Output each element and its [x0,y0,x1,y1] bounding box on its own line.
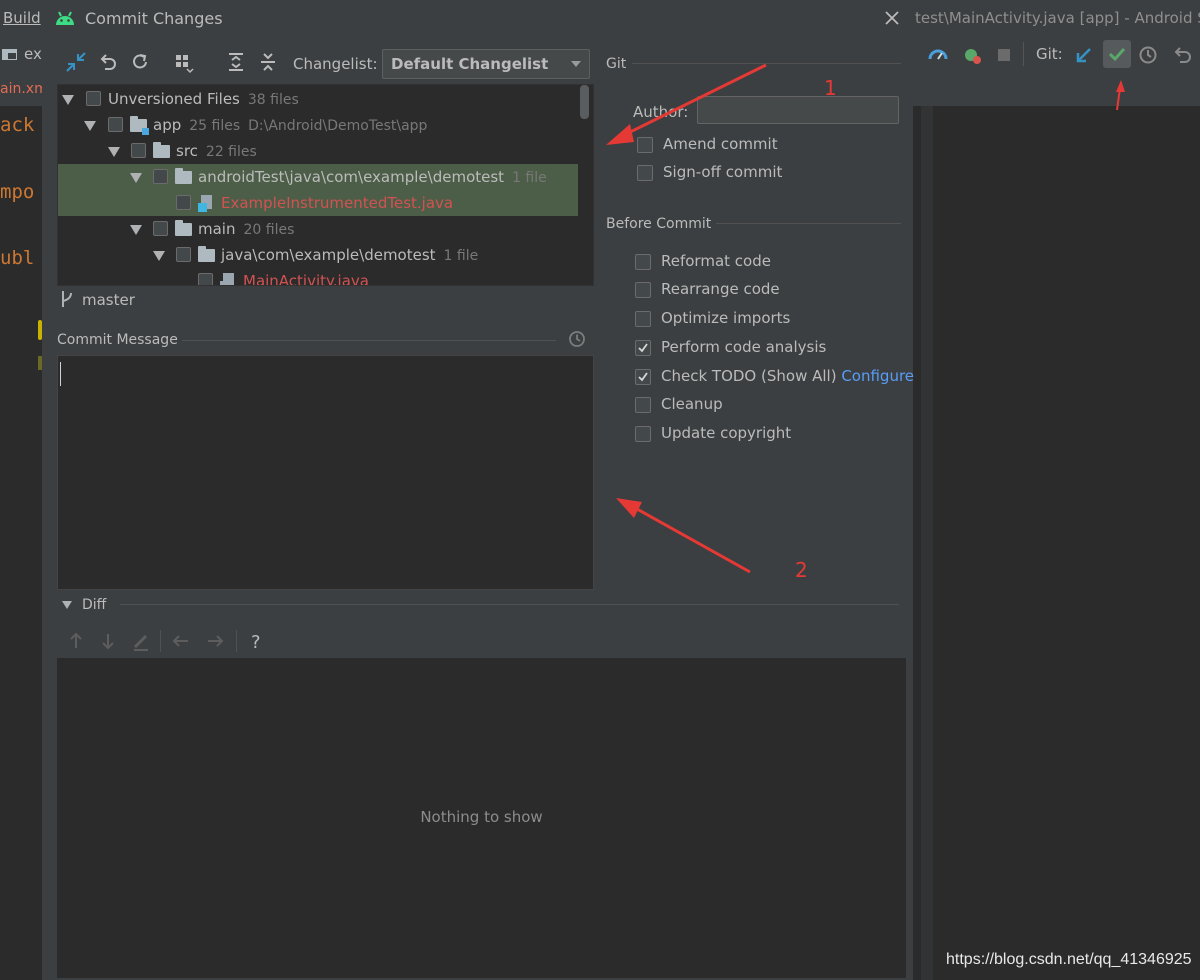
annotation-arrow-2 [616,498,751,574]
annotation-number-1: 1 [824,76,837,100]
annotation-overlay [606,63,1125,574]
annotation-number-2: 2 [795,558,808,582]
annotation-arrow-3 [1116,80,1125,111]
annotation-arrow-1 [606,63,767,145]
